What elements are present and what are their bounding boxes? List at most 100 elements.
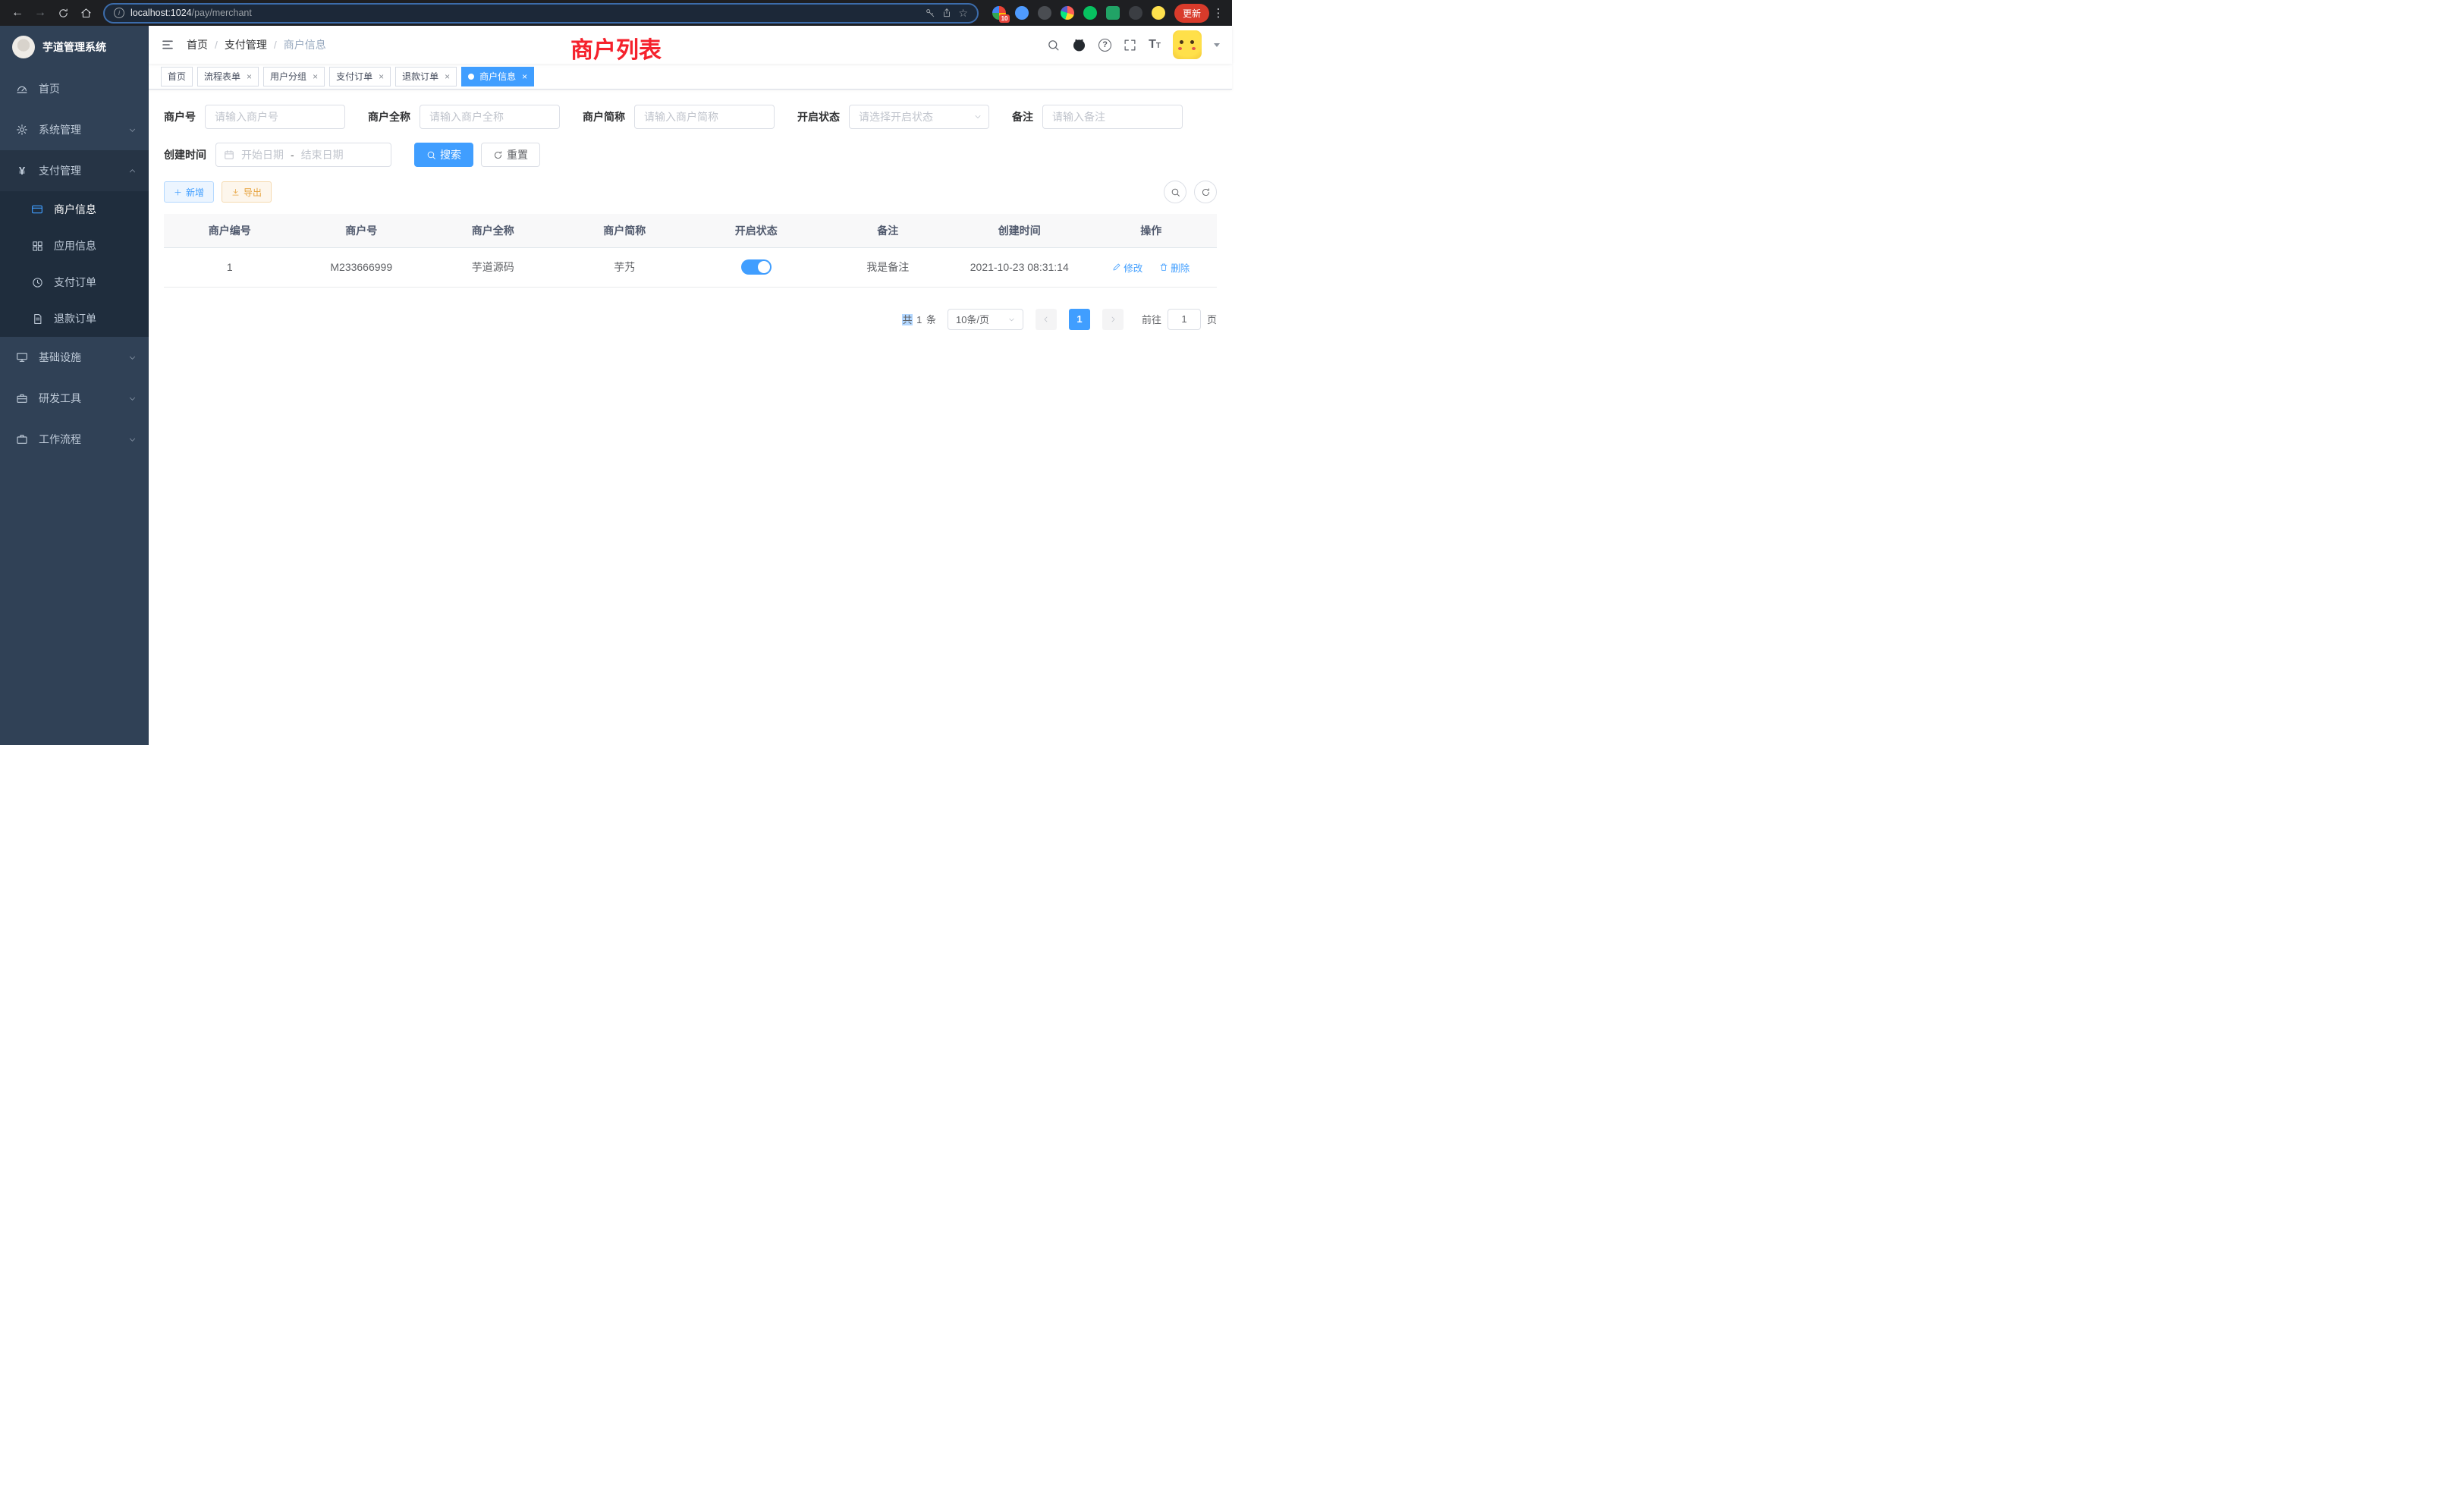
status-select-input[interactable] xyxy=(849,105,989,129)
goto-page-input[interactable] xyxy=(1168,309,1201,330)
address-bar[interactable]: i localhost:1024/pay/merchant ☆ xyxy=(103,3,979,24)
sidebar-item-pay-orders[interactable]: 支付订单 xyxy=(0,264,149,300)
browser-home-button[interactable] xyxy=(76,3,96,23)
sidebar-item-app-info[interactable]: 应用信息 xyxy=(0,228,149,264)
browser-reload-button[interactable] xyxy=(53,3,73,23)
bookmark-star-icon[interactable]: ☆ xyxy=(958,8,968,18)
payment-submenu: 商户信息 应用信息 支付订单 退款订单 xyxy=(0,191,149,337)
sidebar: 芋道管理系统 首页 系统管理 ¥ 支付管理 商户信息 xyxy=(0,26,149,745)
password-key-icon[interactable] xyxy=(925,8,935,18)
remark-input[interactable] xyxy=(1042,105,1183,129)
browser-back-button[interactable]: ← xyxy=(8,3,27,23)
status-toggle[interactable] xyxy=(741,259,772,275)
tab-process-form[interactable]: 流程表单 × xyxy=(197,67,259,86)
sidebar-item-refund-orders[interactable]: 退款订单 xyxy=(0,300,149,337)
close-icon[interactable]: × xyxy=(445,72,450,81)
app-logo[interactable]: 芋道管理系统 xyxy=(0,26,149,68)
tab-refund-orders[interactable]: 退款订单 × xyxy=(395,67,457,86)
extension-icon-2[interactable] xyxy=(1015,6,1029,20)
delete-link[interactable]: 删除 xyxy=(1159,260,1190,275)
extension-icon-6[interactable] xyxy=(1106,6,1120,20)
close-icon[interactable]: × xyxy=(313,72,318,81)
site-info-icon[interactable]: i xyxy=(114,8,124,18)
edit-link[interactable]: 修改 xyxy=(1112,260,1142,275)
search-button[interactable]: 搜索 xyxy=(414,143,473,167)
calendar-icon xyxy=(224,149,234,160)
github-icon[interactable] xyxy=(1072,38,1086,52)
sidebar-item-label: 退款订单 xyxy=(54,311,96,326)
date-end-placeholder: 结束日期 xyxy=(301,147,344,162)
status-select[interactable] xyxy=(849,105,989,129)
merchant-no-label: 商户号 xyxy=(164,109,205,124)
page-content: 商户号 商户全称 商户简称 开启状态 xyxy=(149,90,1232,745)
share-icon[interactable] xyxy=(941,8,952,18)
tab-user-group[interactable]: 用户分组 × xyxy=(263,67,325,86)
extension-icon-5[interactable] xyxy=(1083,6,1097,20)
tab-label: 商户信息 xyxy=(479,70,516,83)
full-name-label: 商户全称 xyxy=(368,109,420,124)
tab-merchant-info[interactable]: 商户信息 × xyxy=(461,67,534,86)
sidebar-item-dev-tools[interactable]: 研发工具 xyxy=(0,378,149,419)
tags-view: 首页 流程表单 × 用户分组 × 支付订单 × 退款订单 × 商户信息 × xyxy=(149,64,1232,90)
fullscreen-icon[interactable] xyxy=(1124,39,1136,52)
date-separator: - xyxy=(291,149,294,161)
page-size-select[interactable]: 10条/页 xyxy=(948,309,1023,330)
font-size-icon[interactable]: TT xyxy=(1149,39,1161,51)
annotation-merchant-list: 商户列表 xyxy=(570,31,662,64)
next-page-button[interactable] xyxy=(1102,309,1124,330)
breadcrumb-payment[interactable]: 支付管理 xyxy=(225,37,267,52)
extension-badge: 10 xyxy=(999,14,1010,23)
logo-avatar xyxy=(12,36,35,58)
browser-menu-icon[interactable]: ⋮ xyxy=(1212,6,1224,20)
app-title: 芋道管理系统 xyxy=(42,39,106,55)
help-icon[interactable]: ? xyxy=(1098,39,1111,52)
breadcrumb-separator: / xyxy=(274,39,277,51)
full-name-input[interactable] xyxy=(420,105,560,129)
export-button[interactable]: 导出 xyxy=(222,181,272,203)
breadcrumb-current: 商户信息 xyxy=(284,37,326,52)
tab-pay-orders[interactable]: 支付订单 × xyxy=(329,67,391,86)
sidebar-item-system[interactable]: 系统管理 xyxy=(0,109,149,150)
tab-home[interactable]: 首页 xyxy=(161,67,193,86)
add-button[interactable]: 新增 xyxy=(164,181,214,203)
chevron-up-icon xyxy=(128,167,137,175)
status-label: 开启状态 xyxy=(797,109,849,124)
sidebar-item-infrastructure[interactable]: 基础设施 xyxy=(0,337,149,378)
extension-icon-4[interactable] xyxy=(1061,6,1074,20)
short-name-label: 商户简称 xyxy=(583,109,634,124)
current-page-button[interactable]: 1 xyxy=(1069,309,1090,330)
close-icon[interactable]: × xyxy=(247,72,252,81)
close-icon[interactable]: × xyxy=(522,72,527,81)
sidebar-item-label: 应用信息 xyxy=(54,238,96,253)
bank-card-icon xyxy=(30,203,44,215)
sidebar-item-workflow[interactable]: 工作流程 xyxy=(0,419,149,460)
document-icon xyxy=(30,313,44,325)
hamburger-icon[interactable] xyxy=(149,39,187,51)
reset-button[interactable]: 重置 xyxy=(481,143,540,167)
create-time-range-picker[interactable]: 开始日期 - 结束日期 xyxy=(215,143,391,167)
close-icon[interactable]: × xyxy=(379,72,384,81)
breadcrumb-home[interactable]: 首页 xyxy=(187,37,208,52)
toolbox-icon xyxy=(15,392,29,404)
browser-forward-button[interactable]: → xyxy=(30,3,50,23)
browser-profile-avatar[interactable] xyxy=(1152,6,1165,20)
avatar-caret-icon[interactable] xyxy=(1214,43,1220,47)
user-avatar[interactable] xyxy=(1173,30,1202,59)
extension-icon-3[interactable] xyxy=(1038,6,1051,20)
merchant-no-input[interactable] xyxy=(205,105,345,129)
refresh-icon[interactable] xyxy=(1194,181,1217,203)
toggle-search-icon[interactable] xyxy=(1164,181,1186,203)
column-header: 商户全称 xyxy=(427,214,559,247)
prev-page-button[interactable] xyxy=(1036,309,1057,330)
sidebar-item-payment[interactable]: ¥ 支付管理 xyxy=(0,150,149,191)
sidebar-item-home[interactable]: 首页 xyxy=(0,68,149,109)
chevron-down-icon xyxy=(1007,316,1016,324)
short-name-input[interactable] xyxy=(634,105,775,129)
chevron-down-icon xyxy=(128,435,137,444)
sidebar-item-merchant-info[interactable]: 商户信息 xyxy=(0,191,149,228)
extension-icon-7[interactable] xyxy=(1129,6,1142,20)
briefcase-icon xyxy=(15,433,29,445)
extension-icon-1[interactable]: 10 xyxy=(992,6,1006,20)
browser-update-button[interactable]: 更新 xyxy=(1174,4,1209,23)
header-search-icon[interactable] xyxy=(1047,39,1060,52)
